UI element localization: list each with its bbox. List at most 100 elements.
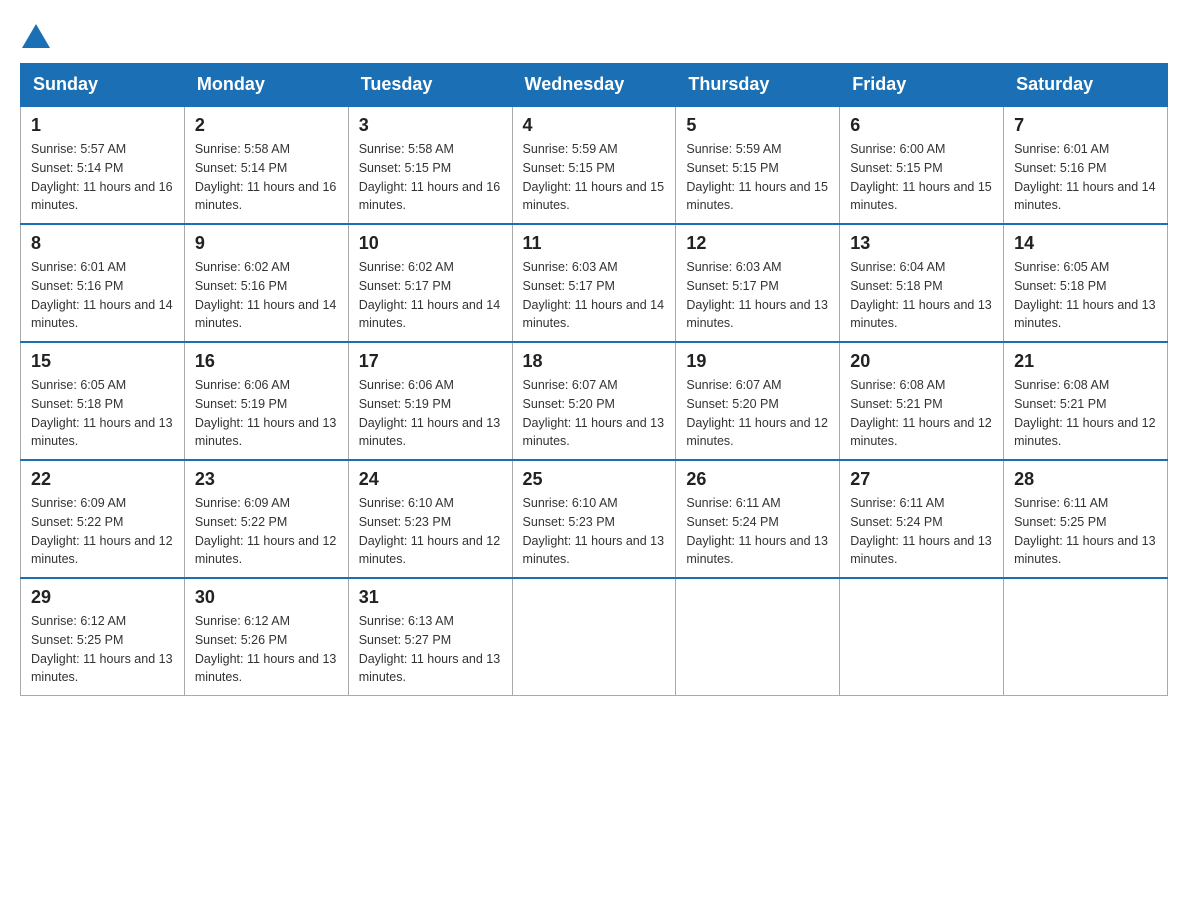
day-info: Sunrise: 6:08 AMSunset: 5:21 PMDaylight:… [1014, 376, 1157, 451]
calendar-day-cell: 23 Sunrise: 6:09 AMSunset: 5:22 PMDayligh… [184, 460, 348, 578]
day-info: Sunrise: 6:06 AMSunset: 5:19 PMDaylight:… [195, 376, 338, 451]
day-number: 27 [850, 469, 993, 490]
day-info: Sunrise: 6:02 AMSunset: 5:17 PMDaylight:… [359, 258, 502, 333]
day-number: 8 [31, 233, 174, 254]
calendar-week-row: 22 Sunrise: 6:09 AMSunset: 5:22 PMDayligh… [21, 460, 1168, 578]
weekday-header-saturday: Saturday [1004, 64, 1168, 107]
calendar-day-cell: 16 Sunrise: 6:06 AMSunset: 5:19 PMDayligh… [184, 342, 348, 460]
day-info: Sunrise: 6:04 AMSunset: 5:18 PMDaylight:… [850, 258, 993, 333]
day-number: 15 [31, 351, 174, 372]
calendar-day-cell: 12 Sunrise: 6:03 AMSunset: 5:17 PMDayligh… [676, 224, 840, 342]
day-info: Sunrise: 6:10 AMSunset: 5:23 PMDaylight:… [523, 494, 666, 569]
logo-triangle-icon [22, 20, 50, 48]
weekday-header-friday: Friday [840, 64, 1004, 107]
calendar-day-cell: 11Sunrise: 6:03 AMSunset: 5:17 PMDayligh… [512, 224, 676, 342]
day-number: 12 [686, 233, 829, 254]
day-number: 2 [195, 115, 338, 136]
calendar-day-cell: 3 Sunrise: 5:58 AMSunset: 5:15 PMDaylight… [348, 106, 512, 224]
calendar-day-cell [676, 578, 840, 696]
day-info: Sunrise: 6:11 AMSunset: 5:25 PMDaylight:… [1014, 494, 1157, 569]
day-info: Sunrise: 6:11 AMSunset: 5:24 PMDaylight:… [850, 494, 993, 569]
calendar-day-cell: 31 Sunrise: 6:13 AMSunset: 5:27 PMDayligh… [348, 578, 512, 696]
day-number: 21 [1014, 351, 1157, 372]
day-number: 23 [195, 469, 338, 490]
day-number: 7 [1014, 115, 1157, 136]
day-number: 5 [686, 115, 829, 136]
calendar-day-cell: 14 Sunrise: 6:05 AMSunset: 5:18 PMDayligh… [1004, 224, 1168, 342]
day-number: 18 [523, 351, 666, 372]
calendar-day-cell: 2 Sunrise: 5:58 AMSunset: 5:14 PMDaylight… [184, 106, 348, 224]
calendar-day-cell: 27 Sunrise: 6:11 AMSunset: 5:24 PMDayligh… [840, 460, 1004, 578]
day-info: Sunrise: 6:12 AMSunset: 5:25 PMDaylight:… [31, 612, 174, 687]
day-number: 6 [850, 115, 993, 136]
day-info: Sunrise: 6:11 AMSunset: 5:24 PMDaylight:… [686, 494, 829, 569]
calendar-week-row: 29 Sunrise: 6:12 AMSunset: 5:25 PMDayligh… [21, 578, 1168, 696]
day-info: Sunrise: 6:07 AMSunset: 5:20 PMDaylight:… [523, 376, 666, 451]
day-info: Sunrise: 6:01 AMSunset: 5:16 PMDaylight:… [1014, 140, 1157, 215]
calendar-day-cell: 18 Sunrise: 6:07 AMSunset: 5:20 PMDayligh… [512, 342, 676, 460]
calendar-day-cell: 1 Sunrise: 5:57 AMSunset: 5:14 PMDaylight… [21, 106, 185, 224]
day-number: 19 [686, 351, 829, 372]
day-info: Sunrise: 6:05 AMSunset: 5:18 PMDaylight:… [31, 376, 174, 451]
calendar-day-cell: 28 Sunrise: 6:11 AMSunset: 5:25 PMDayligh… [1004, 460, 1168, 578]
weekday-header-wednesday: Wednesday [512, 64, 676, 107]
calendar-table: SundayMondayTuesdayWednesdayThursdayFrid… [20, 63, 1168, 696]
calendar-day-cell: 30 Sunrise: 6:12 AMSunset: 5:26 PMDayligh… [184, 578, 348, 696]
calendar-day-cell: 25Sunrise: 6:10 AMSunset: 5:23 PMDayligh… [512, 460, 676, 578]
weekday-header-monday: Monday [184, 64, 348, 107]
weekday-header-thursday: Thursday [676, 64, 840, 107]
weekday-header-row: SundayMondayTuesdayWednesdayThursdayFrid… [21, 64, 1168, 107]
day-number: 17 [359, 351, 502, 372]
day-number: 9 [195, 233, 338, 254]
day-number: 24 [359, 469, 502, 490]
calendar-day-cell: 21 Sunrise: 6:08 AMSunset: 5:21 PMDayligh… [1004, 342, 1168, 460]
day-number: 4 [523, 115, 666, 136]
day-number: 10 [359, 233, 502, 254]
logo [20, 20, 50, 53]
day-info: Sunrise: 5:57 AMSunset: 5:14 PMDaylight:… [31, 140, 174, 215]
day-info: Sunrise: 6:09 AMSunset: 5:22 PMDaylight:… [195, 494, 338, 569]
day-info: Sunrise: 6:13 AMSunset: 5:27 PMDaylight:… [359, 612, 502, 687]
calendar-day-cell: 20Sunrise: 6:08 AMSunset: 5:21 PMDayligh… [840, 342, 1004, 460]
day-info: Sunrise: 6:02 AMSunset: 5:16 PMDaylight:… [195, 258, 338, 333]
day-number: 30 [195, 587, 338, 608]
day-number: 3 [359, 115, 502, 136]
calendar-day-cell: 8 Sunrise: 6:01 AMSunset: 5:16 PMDaylight… [21, 224, 185, 342]
day-info: Sunrise: 5:58 AMSunset: 5:14 PMDaylight:… [195, 140, 338, 215]
day-info: Sunrise: 6:00 AMSunset: 5:15 PMDaylight:… [850, 140, 993, 215]
day-number: 14 [1014, 233, 1157, 254]
calendar-week-row: 8 Sunrise: 6:01 AMSunset: 5:16 PMDaylight… [21, 224, 1168, 342]
day-number: 1 [31, 115, 174, 136]
day-info: Sunrise: 6:12 AMSunset: 5:26 PMDaylight:… [195, 612, 338, 687]
calendar-day-cell: 17 Sunrise: 6:06 AMSunset: 5:19 PMDayligh… [348, 342, 512, 460]
calendar-day-cell [840, 578, 1004, 696]
day-info: Sunrise: 5:58 AMSunset: 5:15 PMDaylight:… [359, 140, 502, 215]
calendar-day-cell: 10 Sunrise: 6:02 AMSunset: 5:17 PMDayligh… [348, 224, 512, 342]
day-info: Sunrise: 5:59 AMSunset: 5:15 PMDaylight:… [686, 140, 829, 215]
day-info: Sunrise: 6:07 AMSunset: 5:20 PMDaylight:… [686, 376, 829, 451]
calendar-day-cell: 13 Sunrise: 6:04 AMSunset: 5:18 PMDayligh… [840, 224, 1004, 342]
day-info: Sunrise: 6:05 AMSunset: 5:18 PMDaylight:… [1014, 258, 1157, 333]
day-number: 31 [359, 587, 502, 608]
day-number: 13 [850, 233, 993, 254]
day-info: Sunrise: 6:06 AMSunset: 5:19 PMDaylight:… [359, 376, 502, 451]
day-number: 22 [31, 469, 174, 490]
calendar-day-cell: 5 Sunrise: 5:59 AMSunset: 5:15 PMDaylight… [676, 106, 840, 224]
day-number: 16 [195, 351, 338, 372]
calendar-day-cell [512, 578, 676, 696]
day-info: Sunrise: 6:08 AMSunset: 5:21 PMDaylight:… [850, 376, 993, 451]
day-number: 29 [31, 587, 174, 608]
day-info: Sunrise: 6:03 AMSunset: 5:17 PMDaylight:… [686, 258, 829, 333]
calendar-week-row: 1 Sunrise: 5:57 AMSunset: 5:14 PMDaylight… [21, 106, 1168, 224]
day-info: Sunrise: 6:10 AMSunset: 5:23 PMDaylight:… [359, 494, 502, 569]
day-number: 11 [523, 233, 666, 254]
day-info: Sunrise: 6:09 AMSunset: 5:22 PMDaylight:… [31, 494, 174, 569]
calendar-day-cell: 7 Sunrise: 6:01 AMSunset: 5:16 PMDaylight… [1004, 106, 1168, 224]
calendar-day-cell: 4Sunrise: 5:59 AMSunset: 5:15 PMDaylight… [512, 106, 676, 224]
calendar-week-row: 15 Sunrise: 6:05 AMSunset: 5:18 PMDayligh… [21, 342, 1168, 460]
page-header [20, 20, 1168, 53]
calendar-day-cell [1004, 578, 1168, 696]
day-info: Sunrise: 6:01 AMSunset: 5:16 PMDaylight:… [31, 258, 174, 333]
weekday-header-tuesday: Tuesday [348, 64, 512, 107]
day-number: 28 [1014, 469, 1157, 490]
